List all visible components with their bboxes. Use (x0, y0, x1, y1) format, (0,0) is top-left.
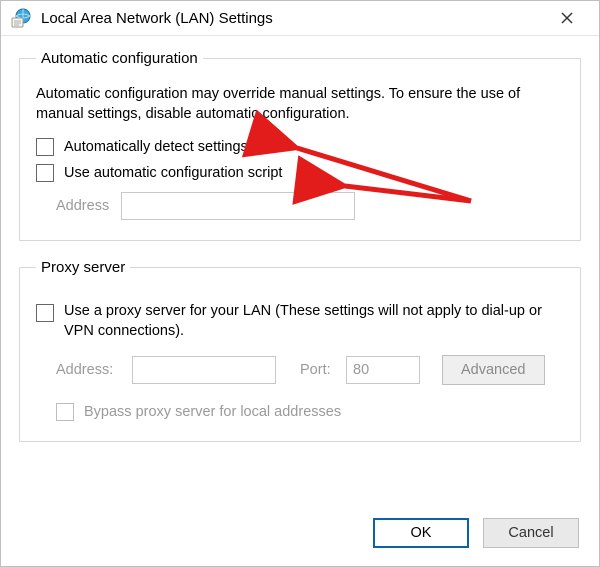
bypass-checkbox (56, 403, 74, 421)
use-proxy-row[interactable]: Use a proxy server for your LAN (These s… (36, 302, 564, 341)
automatic-configuration-legend: Automatic configuration (36, 50, 203, 67)
dialog-body: Automatic configuration Automatic config… (1, 36, 599, 442)
titlebar: Local Area Network (LAN) Settings (1, 1, 599, 36)
proxy-port-label: Port: (300, 362, 336, 378)
automatic-configuration-group: Automatic configuration Automatic config… (19, 50, 581, 241)
automatic-configuration-description: Automatic configuration may override man… (36, 85, 564, 124)
auto-detect-checkbox[interactable] (36, 138, 54, 156)
auto-address-label: Address (56, 198, 109, 214)
advanced-button: Advanced (442, 355, 545, 385)
auto-script-checkbox[interactable] (36, 164, 54, 182)
close-button[interactable] (545, 1, 589, 35)
auto-address-row: Address (56, 192, 564, 220)
close-icon (561, 12, 573, 24)
auto-address-input (121, 192, 355, 220)
internet-options-icon (11, 7, 33, 29)
auto-script-label: Use automatic configuration script (64, 165, 282, 181)
window-title: Local Area Network (LAN) Settings (41, 10, 545, 27)
lan-settings-window: Local Area Network (LAN) Settings Automa… (0, 0, 600, 567)
proxy-address-row: Address: Port: Advanced (56, 355, 564, 385)
proxy-port-input (346, 356, 420, 384)
cancel-button[interactable]: Cancel (483, 518, 579, 548)
use-proxy-label: Use a proxy server for your LAN (These s… (64, 302, 564, 341)
bypass-row: Bypass proxy server for local addresses (56, 403, 564, 421)
use-proxy-checkbox[interactable] (36, 304, 54, 322)
bypass-label: Bypass proxy server for local addresses (84, 404, 341, 420)
auto-detect-label: Automatically detect settings (64, 139, 248, 155)
ok-button[interactable]: OK (373, 518, 469, 548)
proxy-server-legend: Proxy server (36, 259, 130, 276)
proxy-address-input (132, 356, 276, 384)
proxy-address-label: Address: (56, 362, 126, 378)
proxy-server-group: Proxy server Use a proxy server for your… (19, 259, 581, 442)
auto-script-row[interactable]: Use automatic configuration script (36, 164, 564, 182)
auto-detect-row[interactable]: Automatically detect settings (36, 138, 564, 156)
dialog-buttons: OK Cancel (373, 518, 579, 548)
